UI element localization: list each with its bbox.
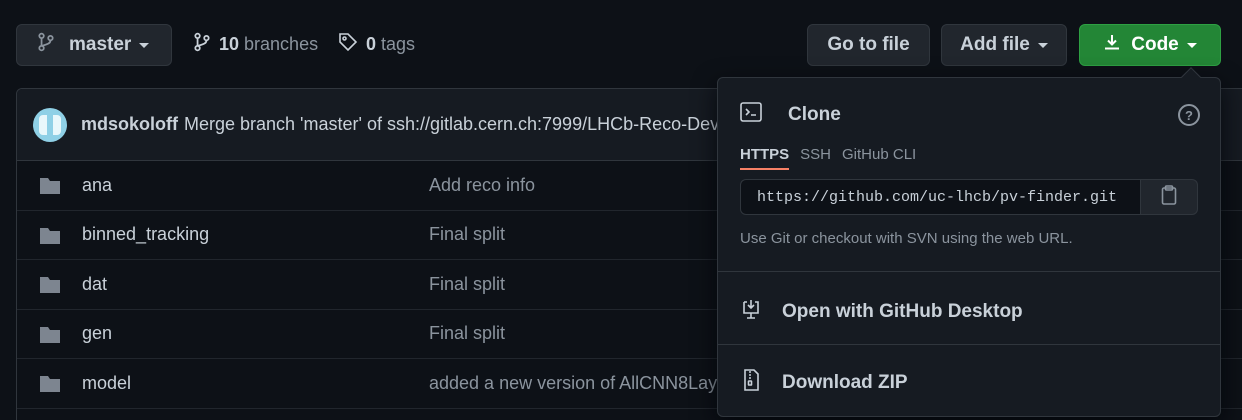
chevron-down-icon <box>139 42 150 48</box>
question-icon[interactable]: ? <box>1178 104 1200 126</box>
file-commit-message[interactable]: Final split <box>429 274 505 295</box>
dropdown-pointer <box>1181 67 1201 87</box>
tags-link[interactable]: 0 tags <box>338 32 415 57</box>
clipboard-icon <box>1161 184 1177 210</box>
copy-url-button[interactable] <box>1141 179 1198 215</box>
avatar[interactable] <box>33 107 67 142</box>
divider <box>718 344 1220 345</box>
tab-https[interactable]: HTTPS <box>740 146 790 170</box>
desktop-download-icon <box>740 298 762 326</box>
git-branch-icon <box>193 32 211 57</box>
tag-icon <box>338 32 358 57</box>
file-name[interactable]: binned_tracking <box>82 224 209 245</box>
download-icon <box>1103 33 1121 57</box>
branches-count: 10 <box>219 34 240 54</box>
terminal-icon <box>740 102 762 127</box>
file-commit-message[interactable]: Add reco info <box>429 175 535 196</box>
file-commit-message[interactable]: Final split <box>429 323 505 344</box>
chevron-down-icon <box>1186 42 1197 48</box>
tags-label: tags <box>381 34 416 54</box>
folder-icon <box>38 275 62 300</box>
code-label: Code <box>1131 34 1179 55</box>
file-name[interactable]: dat <box>82 274 107 295</box>
branch-name: master <box>69 34 132 55</box>
branch-selector-button[interactable]: master <box>16 24 172 66</box>
download-zip-item[interactable]: Download ZIP <box>740 369 908 397</box>
folder-icon <box>38 325 62 350</box>
file-commit-message[interactable]: Final split <box>429 224 505 245</box>
chevron-down-icon <box>1037 42 1048 48</box>
git-branch-icon <box>37 32 55 58</box>
tags-count: 0 <box>366 34 377 54</box>
clone-url-group <box>740 179 1198 215</box>
add-file-label: Add file <box>960 34 1030 55</box>
folder-icon <box>38 176 62 201</box>
folder-icon <box>38 374 62 399</box>
clone-hint: Use Git or checkout with SVN using the w… <box>740 230 1073 247</box>
open-with-desktop-label: Open with GitHub Desktop <box>782 301 1023 322</box>
tab-ssh[interactable]: SSH <box>800 146 831 170</box>
clone-header: Clone <box>740 102 841 127</box>
go-to-file-button[interactable]: Go to file <box>807 24 930 66</box>
add-file-button[interactable]: Add file <box>941 24 1067 66</box>
commit-author[interactable]: mdsokoloff <box>81 114 178 135</box>
code-button[interactable]: Code <box>1079 24 1221 66</box>
go-to-file-label: Go to file <box>827 34 910 55</box>
divider <box>718 271 1220 272</box>
download-zip-label: Download ZIP <box>782 372 908 393</box>
branches-label: branches <box>244 34 319 54</box>
clone-url-input[interactable] <box>740 179 1141 215</box>
file-name[interactable]: model <box>82 373 131 394</box>
open-with-desktop-item[interactable]: Open with GitHub Desktop <box>740 298 1023 326</box>
file-commit-message[interactable]: added a new version of AllCNN8Layer <box>429 373 733 394</box>
file-zip-icon <box>740 369 762 397</box>
branches-link[interactable]: 10 branches <box>193 32 318 57</box>
folder-icon <box>38 226 62 251</box>
file-name[interactable]: ana <box>82 175 112 196</box>
file-name[interactable]: gen <box>82 323 112 344</box>
tab-github-cli[interactable]: GitHub CLI <box>842 146 916 170</box>
clone-title: Clone <box>788 103 841 125</box>
code-dropdown: Clone ? HTTPS SSH GitHub CLI Use Git or … <box>717 67 1221 417</box>
clone-tabs: HTTPS SSH GitHub CLI <box>740 146 927 170</box>
commit-message[interactable]: Merge branch 'master' of ssh://gitlab.ce… <box>184 114 794 135</box>
